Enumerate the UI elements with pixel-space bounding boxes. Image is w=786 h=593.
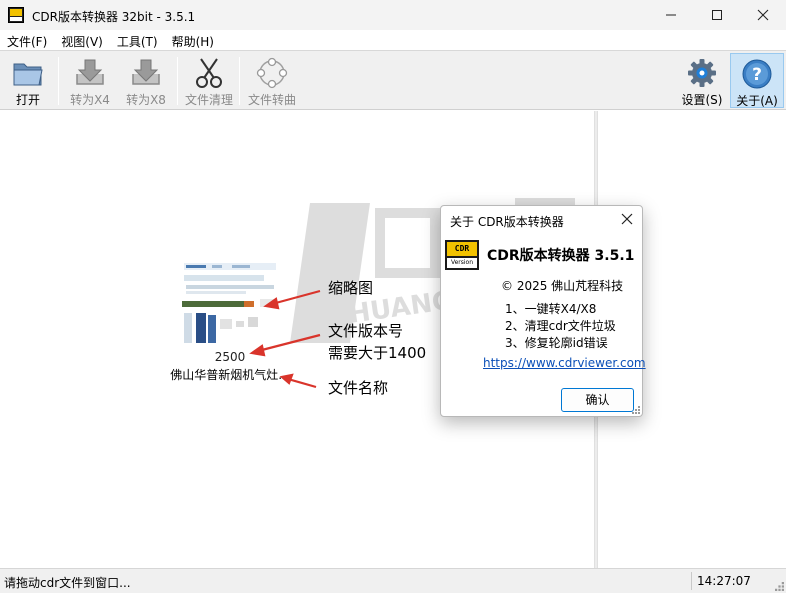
resize-grip-icon[interactable] xyxy=(632,406,640,414)
logo-text-bottom: Version xyxy=(447,258,477,268)
about-dialog: 关于 CDR版本转换器 CDR Version CDR版本转换器 3.5.1 ©… xyxy=(440,205,646,417)
maximize-button[interactable] xyxy=(694,0,740,30)
file-clean-label: 文件清理 xyxy=(184,93,233,107)
help-icon: ? xyxy=(742,59,772,89)
settings-label: 设置(S) xyxy=(681,93,723,107)
maximize-icon xyxy=(712,10,722,20)
status-message: 请拖动cdr文件到窗口... xyxy=(4,576,131,590)
download-tray-icon xyxy=(76,59,104,85)
dialog-feature-item: 2、清理cdr文件垃圾 xyxy=(505,319,616,333)
dialog-title: 关于 CDR版本转换器 xyxy=(450,215,564,229)
dialog-copyright: © 2025 佛山芃程科技 xyxy=(501,279,624,293)
scissors-icon xyxy=(196,58,222,88)
status-bar: 请拖动cdr文件到窗口... 14:27:07 xyxy=(0,568,786,593)
logo-text-top: CDR xyxy=(447,242,477,256)
convert-x4-label: 转为X4 xyxy=(70,93,110,107)
file-name-label: 佛山华普新烟机气灶... xyxy=(170,368,290,382)
file-curve-label: 文件转曲 xyxy=(247,93,296,107)
annotation-version-line1: 文件版本号 xyxy=(328,322,404,340)
annotation-file-name: 文件名称 xyxy=(328,379,389,397)
gear-icon xyxy=(688,59,716,87)
dialog-app-name: CDR版本转换器 3.5.1 xyxy=(487,248,635,264)
annotation-version-line2: 需要大于1400 xyxy=(328,344,427,362)
title-bar[interactable]: CDR版本转换器 32bit - 3.5.1 xyxy=(0,0,786,30)
curve-nodes-icon xyxy=(256,57,288,89)
annotation-thumbnail: 缩略图 xyxy=(328,279,374,297)
toolbar-separator xyxy=(239,57,240,105)
convert-x4-button[interactable]: 转为X4 xyxy=(64,53,116,108)
close-icon xyxy=(757,9,769,21)
close-button[interactable] xyxy=(740,0,786,30)
website-link[interactable]: https://www.cdrviewer.com xyxy=(483,356,646,370)
window-title: CDR版本转换器 32bit - 3.5.1 xyxy=(32,10,196,24)
file-version-number: 2500 xyxy=(214,350,246,364)
about-label: 关于(A) xyxy=(736,94,778,108)
folder-open-icon xyxy=(13,63,43,86)
status-time: 14:27:07 xyxy=(697,574,751,588)
download-tray-icon xyxy=(132,59,160,85)
open-button[interactable]: 打开 xyxy=(4,53,52,108)
minimize-icon xyxy=(666,14,676,16)
dialog-feature-item: 3、修复轮廓id错误 xyxy=(505,336,608,350)
dialog-feature-item: 1、一键转X4/X8 xyxy=(505,302,597,316)
app-logo-icon xyxy=(8,7,24,23)
menu-bar: 文件(F) 视图(V) 工具(T) 帮助(H) xyxy=(0,30,786,50)
thumbnail-arrow xyxy=(271,289,321,306)
app-logo-icon: CDR Version xyxy=(445,240,479,270)
dialog-close-icon[interactable] xyxy=(620,212,634,226)
file-clean-button[interactable]: 文件清理 xyxy=(182,53,236,108)
menu-file[interactable]: 文件(F) xyxy=(0,30,54,50)
file-thumbnail[interactable] xyxy=(182,261,278,347)
ok-button[interactable]: 确认 xyxy=(561,388,634,412)
menu-tools[interactable]: 工具(T) xyxy=(110,30,165,50)
toolbar-separator xyxy=(58,57,59,105)
main-area[interactable]: HUANGSHU 2500 佛山华普新烟机气灶... 缩略图 文件版本号 需要大… xyxy=(0,111,786,568)
convert-x8-label: 转为X8 xyxy=(126,93,166,107)
resize-grip-icon[interactable] xyxy=(775,582,784,591)
minimize-button[interactable] xyxy=(648,0,694,30)
app-window: CDR版本转换器 32bit - 3.5.1 文件(F) 视图(V) 工具(T)… xyxy=(0,0,786,593)
menu-help[interactable]: 帮助(H) xyxy=(165,30,221,50)
settings-button[interactable]: 设置(S) xyxy=(678,53,726,108)
convert-x8-button[interactable]: 转为X8 xyxy=(120,53,172,108)
open-label: 打开 xyxy=(15,93,40,107)
toolbar: 打开 转为X4 转为X8 文件清理 文件转曲 设置(S) ? 关于(A) xyxy=(0,50,786,110)
about-button[interactable]: ? 关于(A) xyxy=(730,53,784,108)
status-separator xyxy=(691,572,692,590)
menu-view[interactable]: 视图(V) xyxy=(54,30,110,50)
toolbar-separator xyxy=(177,57,178,105)
svg-text:?: ? xyxy=(752,65,762,85)
file-curve-button[interactable]: 文件转曲 xyxy=(244,53,300,108)
